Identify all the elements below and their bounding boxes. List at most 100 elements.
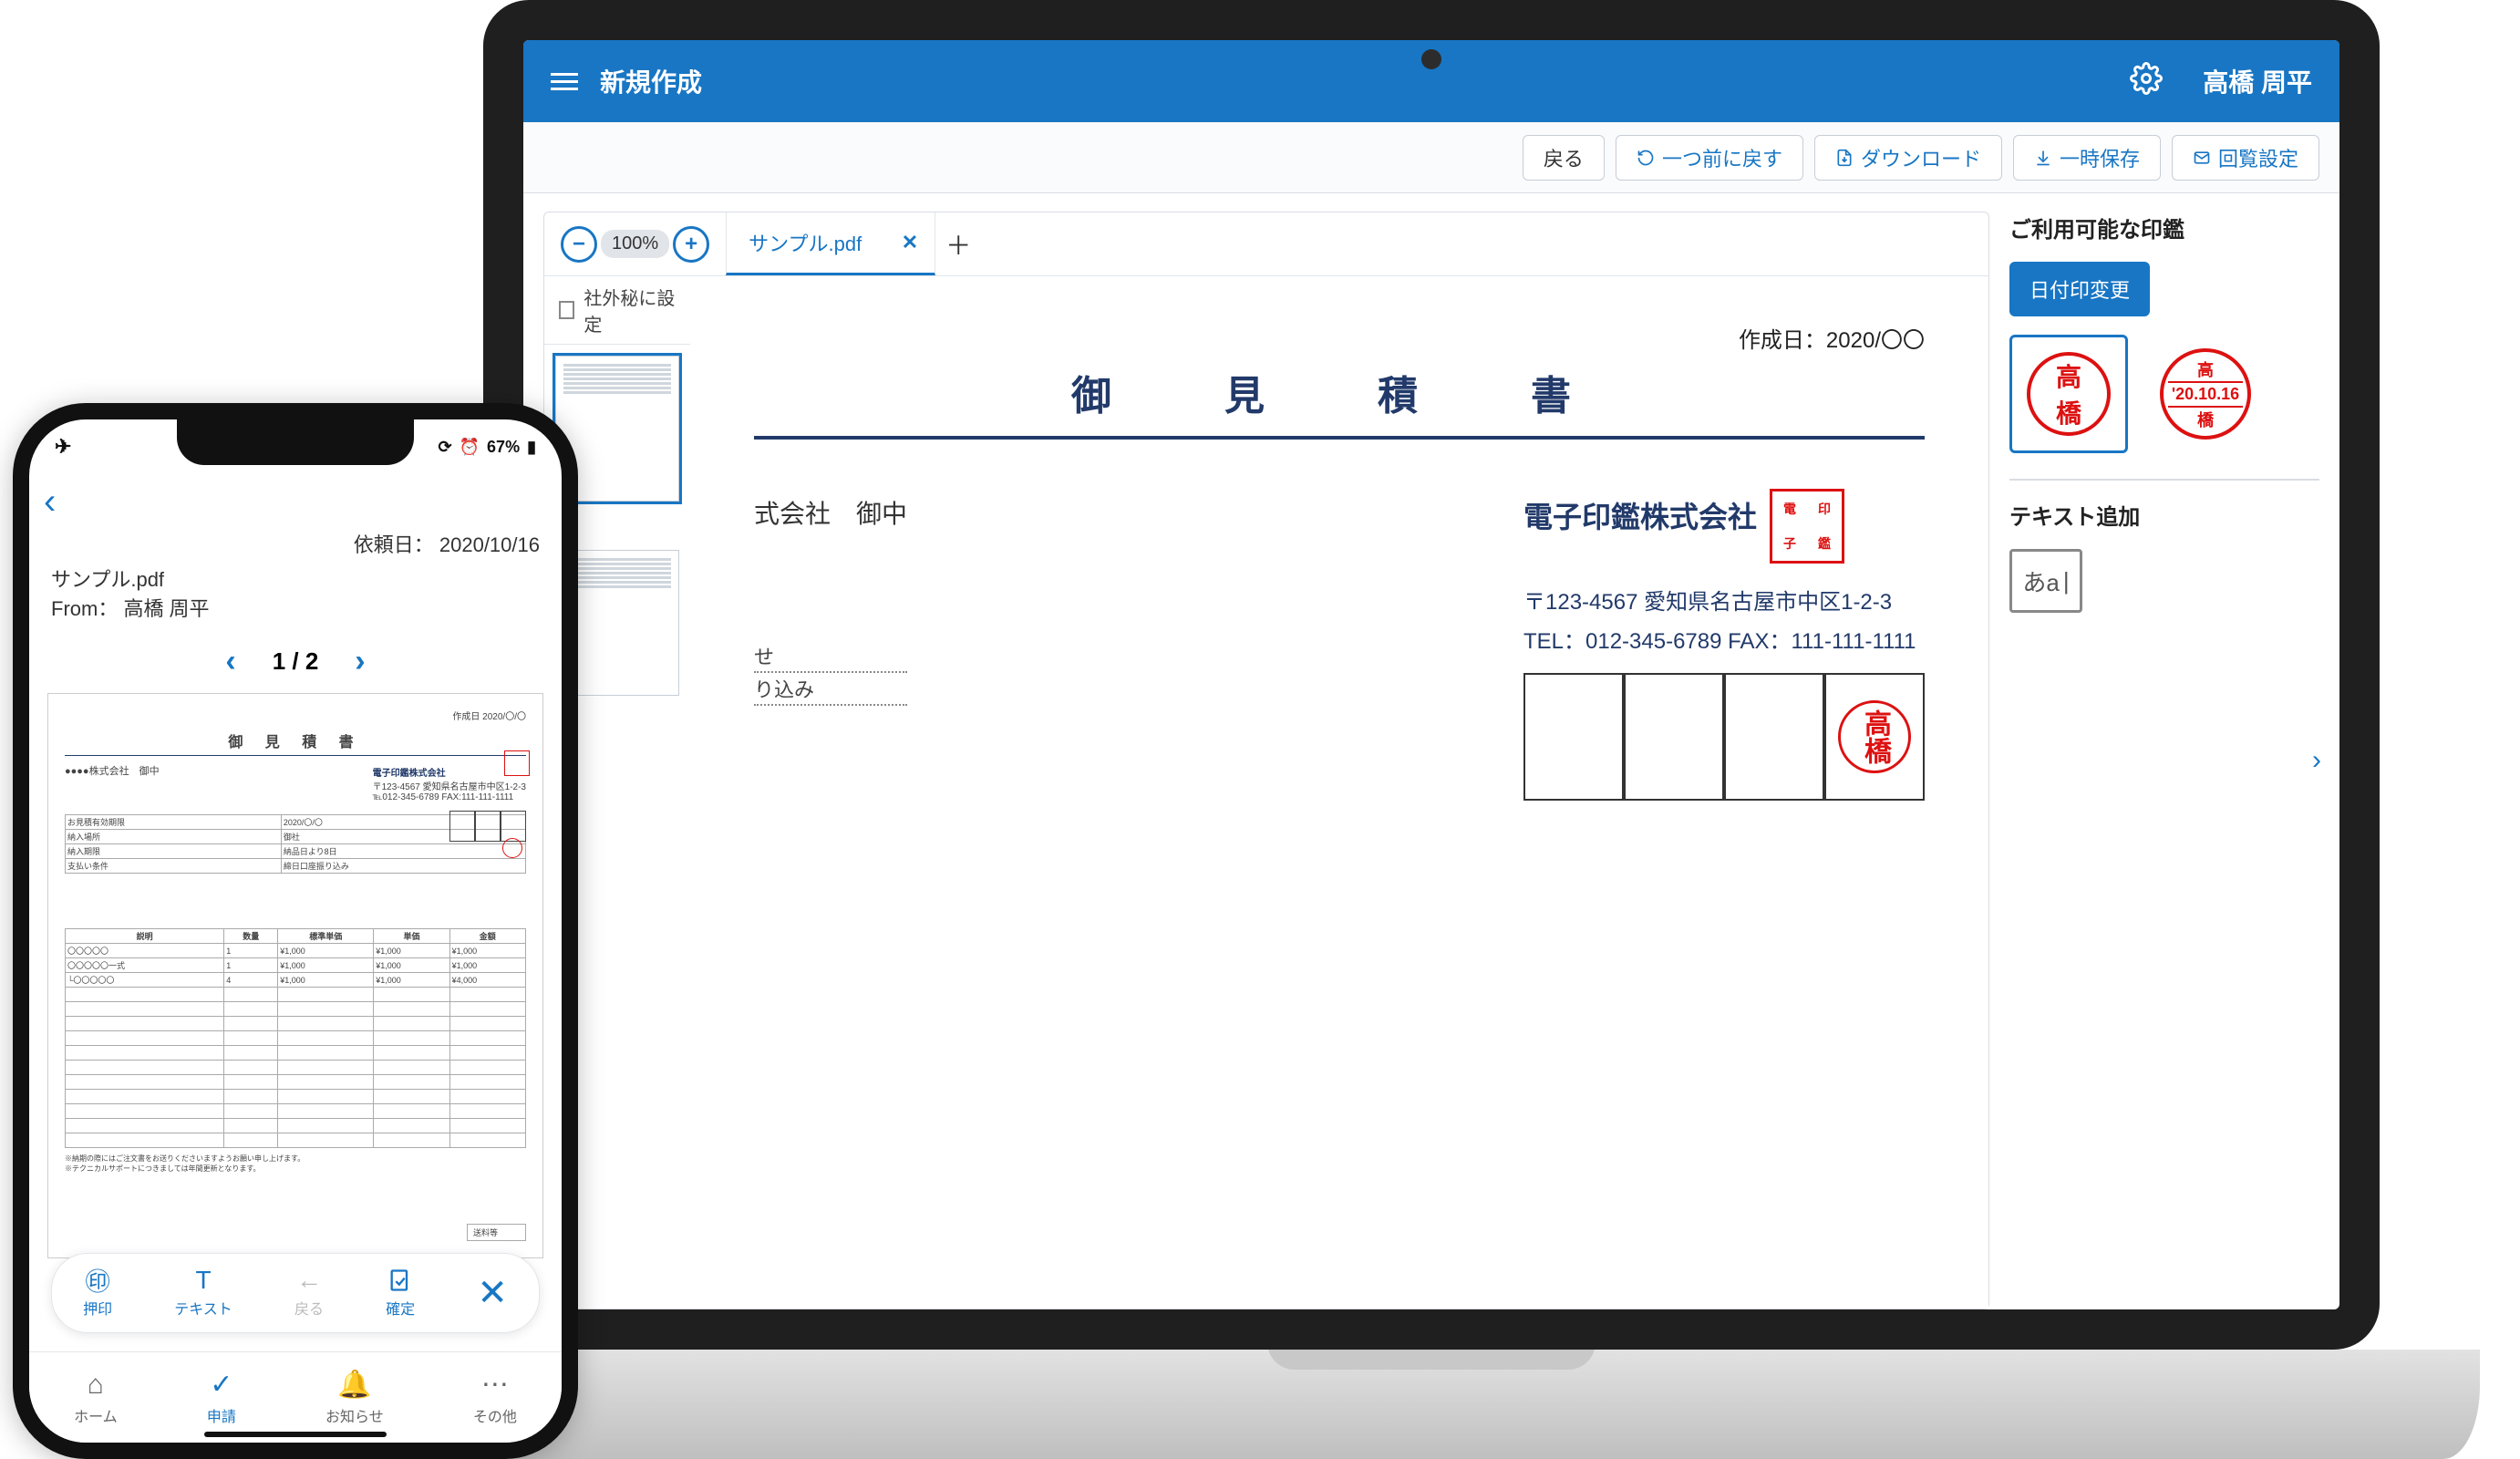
canvas-panel: − 100% + サンプル.pdf ✕ ＋: [543, 212, 1989, 1309]
stamp-slot-1[interactable]: [1523, 673, 1624, 801]
p-footer-1: ※納期の際にはご注文書をお送りくださいますようお願い申し上げます。: [65, 1154, 526, 1164]
save-temp-button[interactable]: 一時保存: [2013, 135, 2161, 181]
add-text-tool[interactable]: あa |: [2009, 549, 2082, 613]
date-stamp-option[interactable]: 高 '20.10.16 橋: [2146, 335, 2265, 453]
home-indicator: [204, 1432, 387, 1437]
stamp-icon: ㊞: [85, 1268, 110, 1293]
action-close-icon[interactable]: ✕: [477, 1272, 508, 1314]
document-page: 作成日：2020/〇〇 御 見 積 書 式会社 御中 せ り込み: [718, 295, 1961, 828]
undo-button[interactable]: 一つ前に戻す: [1616, 135, 1803, 181]
nav-apply[interactable]: ✓ 申請: [207, 1369, 236, 1426]
action-back[interactable]: ← 戻る: [294, 1268, 324, 1319]
p-tel: ℡012-345-6789 FAX:111-111-1111: [373, 792, 526, 802]
stamp-slot-4[interactable]: 高橋: [1824, 673, 1925, 801]
phone-notch: [177, 419, 414, 465]
text-icon: T: [191, 1268, 216, 1293]
workspace: − 100% + サンプル.pdf ✕ ＋: [523, 193, 2339, 1309]
doc-row-2: り込み: [754, 673, 907, 706]
checkbox-icon: [559, 301, 574, 319]
doc-title: 御 見 積 書: [754, 363, 1925, 421]
phone-doc-meta: 依頼日： 2020/10/16 サンプル.pdf From： 高橋 周平: [29, 529, 562, 629]
date-stamp-change-button[interactable]: 日付印変更: [2009, 262, 2150, 316]
p-created: 作成日 2020/〇/〇: [65, 709, 526, 722]
laptop-camera: [1421, 49, 1441, 69]
battery-icon: ▮: [527, 438, 536, 457]
request-date: 依頼日： 2020/10/16: [51, 529, 540, 558]
menu-icon[interactable]: [551, 73, 578, 90]
p-subtotal: 送料等: [467, 1224, 526, 1241]
airplane-icon: ✈: [55, 435, 71, 459]
nav-other[interactable]: ⋯ その他: [473, 1369, 517, 1426]
close-tab-icon[interactable]: ✕: [902, 231, 918, 254]
more-icon: ⋯: [481, 1369, 509, 1401]
document-viewer[interactable]: 作成日：2020/〇〇 御 見 積 書 式会社 御中 せ り込み: [690, 276, 1988, 1309]
phone-document-preview[interactable]: 作成日 2020/〇/〇 御 見 積 書 ●●●●株式会社 御中 電子印鑑株式会…: [47, 693, 543, 1258]
confidential-checkbox[interactable]: 社外秘に設定: [544, 276, 690, 345]
canvas-top-bar: − 100% + サンプル.pdf ✕ ＋: [544, 212, 1988, 276]
document-tab[interactable]: サンプル.pdf ✕: [726, 212, 935, 275]
action-text[interactable]: T テキスト: [174, 1268, 232, 1319]
phone-device: ✈ 13:29 ⟳ ⏰ 67% ▮ ‹ 依頼日： 2020/10/16 サンプル…: [13, 403, 578, 1459]
alarm-icon: ⏰: [460, 438, 480, 457]
available-stamps-title: ご利用可能な印鑑: [2009, 212, 2319, 243]
canvas-body: 社外秘に設定 1: [544, 276, 1988, 1309]
text-add-title: テキスト追加: [2009, 499, 2319, 531]
applied-name-stamp: 高橋: [1838, 700, 1911, 773]
laptop-screen: 新規作成 高橋 周平 戻る 一つ前に戻す ダウンロード: [483, 0, 2380, 1350]
page-indicator: 1 / 2: [273, 647, 319, 676]
phone-pager: ‹ 1 / 2 ›: [29, 629, 562, 693]
doc-address: 〒123-4567 愛知県名古屋市中区1-2-3: [1523, 584, 1925, 616]
p-addr: 〒123-4567 愛知県名古屋市中区1-2-3: [373, 779, 526, 792]
tab-label: サンプル.pdf: [749, 228, 862, 257]
doc-created-date: 作成日：2020/〇〇: [754, 322, 1925, 354]
doc-company-name: 電子印鑑株式会社: [1523, 494, 1757, 536]
phone-back-icon[interactable]: ‹: [44, 481, 56, 523]
stamp-slot-3[interactable]: [1724, 673, 1824, 801]
phone-from: From： 高橋 周平: [51, 593, 540, 622]
user-name[interactable]: 高橋 周平: [2203, 63, 2312, 99]
back-button[interactable]: 戻る: [1523, 135, 1605, 181]
desktop-app: 新規作成 高橋 周平 戻る 一つ前に戻す ダウンロード: [523, 40, 2339, 1309]
download-button[interactable]: ダウンロード: [1814, 135, 2002, 181]
nav-home[interactable]: ⌂ ホーム: [74, 1370, 118, 1426]
undo-icon: [1637, 149, 1655, 167]
zoom-value: 100%: [601, 230, 669, 258]
bell-icon: 🔔: [337, 1369, 371, 1401]
corporate-seal-icon: 電印子鑑: [1766, 485, 1848, 567]
p-stamp-boxes: [449, 811, 526, 842]
doc-tel-fax: TEL：012-345-6789 FAX：111-111-1111: [1523, 623, 1925, 655]
doc-addressee: 式会社 御中: [754, 494, 907, 531]
stamp-palette: 高 橋 高 '20.10.16 橋: [2009, 335, 2319, 481]
header-title: 新規作成: [600, 63, 702, 99]
collapse-panel-icon[interactable]: ›: [2312, 745, 2321, 776]
action-confirm[interactable]: 確定: [386, 1268, 415, 1319]
zoom-in-button[interactable]: +: [673, 226, 709, 263]
name-stamp-option[interactable]: 高 橋: [2009, 335, 2128, 453]
p-title: 御 見 積 書: [65, 730, 526, 751]
toolbar: 戻る 一つ前に戻す ダウンロード 一時保存 回覧設定: [523, 122, 2339, 193]
back-arrow-icon: ←: [296, 1268, 322, 1293]
phone-action-bar: ㊞ 押印 T テキスト ← 戻る 確定 ✕: [51, 1253, 540, 1333]
phone-navbar: ‹: [29, 474, 562, 529]
stamp-slot-2[interactable]: [1624, 673, 1724, 801]
add-tab-button[interactable]: ＋: [935, 226, 981, 263]
confirm-icon: [387, 1268, 413, 1293]
action-stamp[interactable]: ㊞ 押印: [83, 1268, 112, 1319]
check-icon: ✓: [210, 1369, 232, 1401]
gear-icon[interactable]: [2130, 62, 2163, 101]
doc-rule: [754, 436, 1925, 440]
side-panel: ご利用可能な印鑑 日付印変更 高 橋 高 '20.10.16: [2009, 212, 2319, 1309]
review-settings-button[interactable]: 回覧設定: [2172, 135, 2319, 181]
zoom-out-button[interactable]: −: [561, 226, 597, 263]
nav-notice[interactable]: 🔔 お知らせ: [325, 1369, 384, 1426]
next-page-icon[interactable]: ›: [355, 644, 365, 679]
mail-icon: [2193, 149, 2211, 167]
prev-page-icon[interactable]: ‹: [225, 644, 235, 679]
orientation-lock-icon: ⟳: [439, 438, 452, 457]
battery-label: 67%: [487, 438, 520, 457]
download-icon: [1835, 149, 1854, 167]
p-footer-2: ※テクニカルサポートにつきましては年間更新となります。: [65, 1164, 526, 1174]
p-company: 電子印鑑株式会社: [373, 765, 526, 779]
phone-file-name: サンプル.pdf: [51, 564, 540, 593]
date-stamp-icon: 高 '20.10.16 橋: [2160, 348, 2251, 440]
